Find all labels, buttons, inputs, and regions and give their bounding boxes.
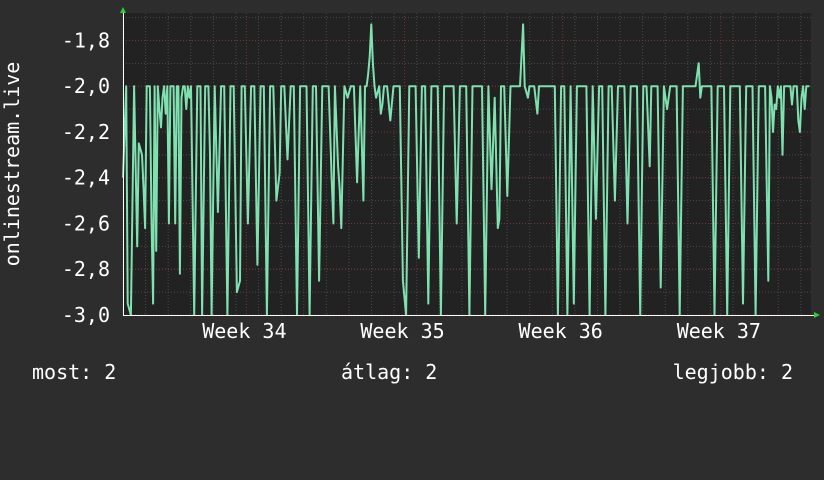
y-tick-label: -2,4 bbox=[62, 166, 110, 190]
legend-current: most: 2 bbox=[32, 360, 117, 384]
x-tick-label: Week 34 bbox=[202, 319, 286, 343]
y-tick-label: -3,0 bbox=[62, 303, 110, 327]
x-tick-label: Week 37 bbox=[677, 319, 761, 343]
y-tick-label: -2,8 bbox=[62, 257, 110, 281]
x-tick-label: Week 35 bbox=[360, 319, 444, 343]
y-tick-label: -1,8 bbox=[62, 28, 110, 52]
legend-average: átlag: 2 bbox=[341, 360, 438, 384]
y-axis-arrow bbox=[120, 7, 126, 13]
y-tick-label: -2,6 bbox=[62, 211, 110, 235]
x-tick-label: Week 36 bbox=[519, 319, 603, 343]
x-axis-arrow bbox=[814, 312, 820, 318]
line-chart: -3,0 -2,8 -2,6 -2,4 -2,2 -2,0 -1,8 Week 34 Week … bbox=[0, 7, 820, 343]
y-tick-label: -2,2 bbox=[62, 120, 110, 144]
legend-row: most: 2 átlag: 2 legjobb: 2 bbox=[0, 360, 824, 390]
chart-container: -3,0 -2,8 -2,6 -2,4 -2,2 -2,0 -1,8 Week 34 Week … bbox=[0, 0, 824, 402]
legend-maximum: legjobb: 2 bbox=[672, 360, 793, 384]
y-axis-label: onlinestream.live bbox=[0, 62, 24, 267]
y-tick-label: -2,0 bbox=[62, 74, 110, 98]
